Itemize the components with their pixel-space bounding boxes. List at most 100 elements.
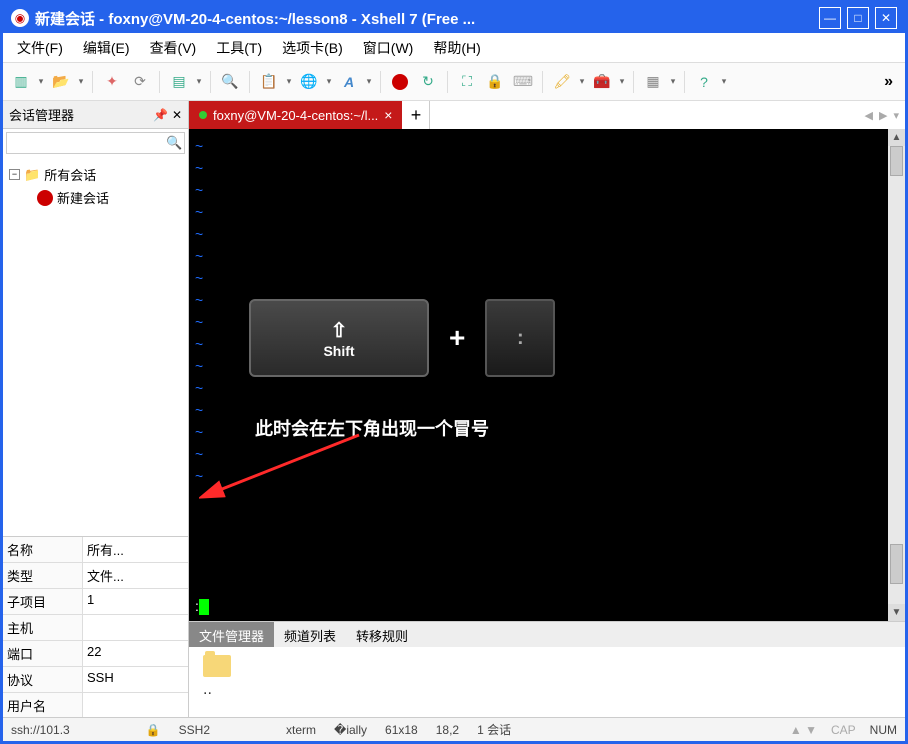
scroll-up-icon[interactable]: ▲ <box>888 129 905 146</box>
tab-menu-icon[interactable]: ▾ <box>893 109 899 122</box>
new-tab-button[interactable]: + <box>402 101 430 129</box>
dropdown-icon[interactable]: ▾ <box>669 76 677 87</box>
copy-icon[interactable]: 📋 <box>257 70 281 94</box>
dropdown-icon[interactable]: ▾ <box>720 76 728 87</box>
property-row[interactable]: 主机 <box>3 615 188 641</box>
tab-next-icon[interactable]: ▶ <box>879 109 887 122</box>
profile-icon[interactable]: ▤ <box>167 70 191 94</box>
menu-file[interactable]: 文件(F) <box>13 36 67 60</box>
dropdown-icon[interactable]: ▾ <box>325 76 333 87</box>
tab-prev-icon[interactable]: ◀ <box>865 109 873 122</box>
property-row[interactable]: 子项目1 <box>3 589 188 615</box>
search-icon[interactable]: 🔍 <box>166 135 182 151</box>
parent-dir[interactable]: .. <box>203 681 891 699</box>
status-pos: 18,2 <box>436 723 459 737</box>
refresh-icon[interactable]: ↻ <box>416 70 440 94</box>
tree-child[interactable]: 新建会话 <box>9 186 182 209</box>
minimize-button[interactable]: — <box>819 7 841 29</box>
tab-file-manager[interactable]: 文件管理器 <box>189 622 274 647</box>
property-row[interactable]: 名称所有... <box>3 537 188 563</box>
status-num: NUM <box>870 723 897 737</box>
property-key: 子项目 <box>3 589 83 614</box>
property-value: 1 <box>83 589 188 614</box>
updown-icon[interactable]: ▲ ▼ <box>790 723 817 737</box>
status-size: 61x18 <box>385 723 418 737</box>
folder-icon[interactable] <box>203 655 231 677</box>
menu-tools[interactable]: 工具(T) <box>212 36 266 60</box>
file-manager-pane: .. <box>189 647 905 717</box>
reconnect-icon[interactable]: ✦ <box>100 70 124 94</box>
shift-key-graphic: ⇧ Shift <box>249 299 429 377</box>
tab-close-icon[interactable]: × <box>384 107 392 123</box>
collapse-icon[interactable]: − <box>9 169 20 180</box>
pin-icon[interactable]: 📌 <box>153 108 168 122</box>
dropdown-icon[interactable]: ▾ <box>285 76 293 87</box>
close-button[interactable]: ✕ <box>875 7 897 29</box>
grid-icon[interactable]: ▦ <box>641 70 665 94</box>
fullscreen-icon[interactable]: ⛶ <box>455 70 479 94</box>
open-icon[interactable]: 📂 <box>49 70 73 94</box>
statusbar: ssh://101.3 🔒 SSH2 xterm �ially 61x18 18… <box>3 717 905 741</box>
property-value: SSH <box>83 667 188 692</box>
overflow-icon[interactable]: » <box>878 73 899 91</box>
toolbar: ▥ ▾ 📂 ▾ ✦ ⟳ ▤ ▾ 🔍 📋 ▾ 🌐 ▾ A ▾ ↻ ⛶ 🔒 ⌨ 🖍 ▾ 🧰 ▾ ▦ ▾… <box>3 63 905 101</box>
property-row[interactable]: 用户名 <box>3 693 188 717</box>
font-icon[interactable]: A <box>337 70 361 94</box>
dropdown-icon[interactable]: ▾ <box>37 76 45 87</box>
property-row[interactable]: 类型文件... <box>3 563 188 589</box>
maximize-button[interactable]: □ <box>847 7 869 29</box>
vertical-scrollbar[interactable]: ▲ ▼ <box>888 129 905 621</box>
bottom-tabs: 文件管理器 频道列表 转移规则 <box>189 621 905 647</box>
menu-tabs[interactable]: 选项卡(B) <box>278 36 347 60</box>
separator <box>684 71 685 93</box>
globe-icon[interactable]: 🌐 <box>297 70 321 94</box>
status-protocol: SSH2 <box>179 723 210 737</box>
tab-transfer-rules[interactable]: 转移规则 <box>346 622 418 647</box>
terminal-tab[interactable]: foxny@VM-20-4-centos:~/l... × <box>189 101 402 129</box>
separator <box>92 71 93 93</box>
tab-spacer <box>430 101 858 129</box>
search-input[interactable] <box>11 136 166 150</box>
scroll-thumb[interactable] <box>890 146 903 176</box>
spiral-icon[interactable] <box>388 70 412 94</box>
menu-view[interactable]: 查看(V) <box>146 36 201 60</box>
dropdown-icon[interactable]: ▾ <box>618 76 626 87</box>
menu-edit[interactable]: 编辑(E) <box>79 36 134 60</box>
separator <box>380 71 381 93</box>
scroll-track[interactable] <box>888 146 905 604</box>
lock-icon[interactable]: 🔒 <box>483 70 507 94</box>
property-row[interactable]: 协议SSH <box>3 667 188 693</box>
separator <box>447 71 448 93</box>
dropdown-icon[interactable]: ▾ <box>77 76 85 87</box>
tab-channel-list[interactable]: 频道列表 <box>274 622 346 647</box>
property-key: 类型 <box>3 563 83 588</box>
tree-root[interactable]: − 📁 所有会话 <box>9 163 182 186</box>
vim-command-line[interactable]: : <box>195 598 209 615</box>
search-icon[interactable]: 🔍 <box>218 70 242 94</box>
properties-grid: 名称所有...类型文件...子项目1主机端口22协议SSH用户名 <box>3 536 188 717</box>
keyboard-icon[interactable]: ⌨ <box>511 70 535 94</box>
window-buttons: — □ ✕ <box>819 7 897 29</box>
dropdown-icon[interactable]: ▾ <box>365 76 373 87</box>
colon-label: : <box>517 327 524 350</box>
menu-help[interactable]: 帮助(H) <box>429 36 484 60</box>
panel-close-icon[interactable]: ✕ <box>172 108 182 122</box>
tab-label: foxny@VM-20-4-centos:~/l... <box>213 108 378 123</box>
session-manager-panel: 会话管理器 📌 ✕ 🔍 − 📁 所有会话 新建会话 名称所有...类型文件...… <box>3 101 189 717</box>
terminal[interactable]: ~~~~~~~~~~~~~~~~ ⇧ Shift + : 此时会在左下角出现一个… <box>189 129 888 621</box>
new-session-icon[interactable]: ▥ <box>9 70 33 94</box>
scroll-thumb[interactable] <box>890 544 903 584</box>
property-row[interactable]: 端口22 <box>3 641 188 667</box>
highlight-icon[interactable]: 🖍 <box>550 70 574 94</box>
menu-window[interactable]: 窗口(W) <box>359 36 418 60</box>
terminal-wrap: ~~~~~~~~~~~~~~~~ ⇧ Shift + : 此时会在左下角出现一个… <box>189 129 905 621</box>
session-search[interactable]: 🔍 <box>6 132 185 154</box>
disconnect-icon[interactable]: ⟳ <box>128 70 152 94</box>
titlebar: 新建会话 - foxny@VM-20-4-centos:~/lesson8 - … <box>3 3 905 33</box>
dropdown-icon[interactable]: ▾ <box>195 76 203 87</box>
dropdown-icon[interactable]: ▾ <box>578 76 586 87</box>
scroll-down-icon[interactable]: ▼ <box>888 604 905 621</box>
bookmark-icon[interactable]: 🧰 <box>590 70 614 94</box>
help-icon[interactable]: ? <box>692 70 716 94</box>
status-cap: CAP <box>831 723 856 737</box>
